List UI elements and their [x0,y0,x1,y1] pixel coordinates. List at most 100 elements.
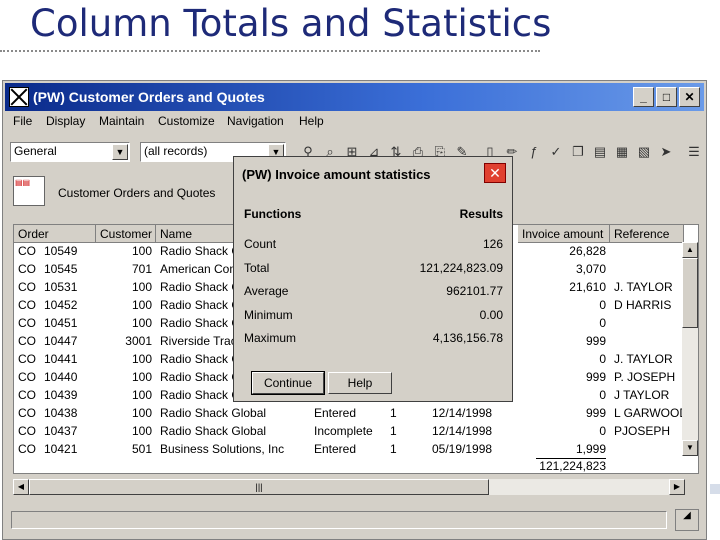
scroll-down-icon[interactable]: ▼ [682,440,698,456]
cell-n: 1 [390,442,397,456]
stat-value-maximum: 4,136,156.78 [432,331,503,345]
cell-status: Entered [314,442,357,456]
cell-order: 10447 [44,334,78,348]
maximize-button[interactable]: □ [656,87,677,107]
close-button[interactable]: ✕ [679,87,700,107]
cell-cust: 100 [131,406,152,420]
cell-n: 1 [390,424,397,438]
minimize-button[interactable]: _ [633,87,654,107]
cell-amount: 0 [599,424,606,438]
cell-ref: J. TAYLOR [614,280,673,294]
cell-date: 12/14/1998 [432,406,493,420]
cell-name: Radio Shack Global [160,406,267,420]
cell-status: Entered [314,406,357,420]
cell-cust: 100 [131,280,152,294]
menu-bar: File Display Maintain Customize Navigati… [5,112,704,132]
cell-amount: 1,999 [575,442,606,456]
stat-label-count: Count [244,237,277,251]
window-title: (PW) Customer Orders and Quotes [33,89,265,105]
cell-type: CO [18,244,36,258]
dialog-titlebar[interactable]: (PW) Invoice amount statistics ✕ [236,159,510,185]
cell-n: 1 [390,406,397,420]
resize-grip-icon[interactable]: ◢ [675,509,699,531]
cell-amount: 26,828 [569,244,606,258]
stat-value-total: 121,224,823.09 [419,261,503,275]
col-header-customer[interactable]: Customer [96,225,156,243]
stat-value-minimum: 0.00 [479,308,503,322]
orders-page-icon: ▤▤ [13,176,45,206]
cell-amount: 0 [599,352,606,366]
slide-decoration [710,484,720,494]
copy-icon[interactable]: ❐ [569,143,587,161]
cell-type: CO [18,280,36,294]
scroll-thumb-horizontal[interactable]: ||| [29,479,489,495]
checkmark-icon[interactable]: ✓ [547,143,565,161]
menu-navigation[interactable]: Navigation [227,114,284,128]
cell-ref: D HARRIS [614,298,672,312]
cell-order: 10421 [44,442,78,456]
cell-cust: 100 [131,298,152,312]
note-icon[interactable]: ▦ [613,143,631,161]
stat-label-minimum: Minimum [244,308,293,322]
table-row[interactable]: CO 10437 100 Radio Shack Global Incomplete 1 1… [14,423,684,441]
paste-icon[interactable]: ▤ [591,143,609,161]
cell-ref: P. JOSEPH [614,370,676,384]
window-titlebar[interactable]: (PW) Customer Orders and Quotes _ □ ✕ [5,83,704,111]
cell-type: CO [18,334,36,348]
menu-maintain[interactable]: Maintain [99,114,144,128]
cell-cust: 100 [131,424,152,438]
table-row[interactable]: CO 10421 501 Business Solutions, Inc Entered… [14,441,684,459]
continue-button[interactable]: Continue [251,371,325,395]
close-icon[interactable]: ✕ [484,163,506,183]
title-divider [0,50,540,52]
col-header-order[interactable]: Order [14,225,96,243]
cell-amount: 999 [585,334,606,348]
cell-cust: 100 [131,388,152,402]
function-icon[interactable]: ƒ [525,143,543,161]
col-header-reference[interactable]: Reference [610,225,684,243]
cell-amount: 0 [599,298,606,312]
cell-amount: 999 [585,406,606,420]
stat-label-average: Average [244,284,289,298]
cell-cust: 701 [131,262,152,276]
col-header-invoice-amount[interactable]: Invoice amount [518,225,610,243]
scroll-up-icon[interactable]: ▲ [682,242,698,258]
vertical-scrollbar[interactable]: ▲ ▼ [682,242,698,456]
cell-type: CO [18,316,36,330]
scroll-thumb[interactable] [682,258,698,328]
app-icon [9,87,29,107]
help-button[interactable]: Help [328,372,392,394]
col-header-name[interactable]: Name [156,225,236,243]
dialog-title: (PW) Invoice amount statistics [242,167,431,182]
menu-customize[interactable]: Customize [158,114,215,128]
cell-amount: 21,610 [569,280,606,294]
report-icon[interactable]: ▧ [635,143,653,161]
menu-file[interactable]: File [13,114,32,128]
cell-date: 05/19/1998 [432,442,493,456]
cell-order: 10438 [44,406,78,420]
scroll-right-icon[interactable]: ▶ [669,479,685,495]
cell-amount: 0 [599,316,606,330]
status-bar [11,511,667,529]
scroll-left-icon[interactable]: ◀ [13,479,29,495]
cell-type: CO [18,352,36,366]
cell-order: 10452 [44,298,78,312]
horizontal-scrollbar[interactable]: ◀ ||| ▶ [13,479,685,495]
forward-icon[interactable]: ➤ [657,143,675,161]
cell-order: 10451 [44,316,78,330]
chevron-down-icon[interactable]: ▼ [112,144,128,160]
list-icon[interactable]: ☰ [685,143,703,161]
cell-type: CO [18,370,36,384]
cell-ref: J TAYLOR [614,388,670,402]
cell-name: Business Solutions, Inc [160,442,285,456]
table-row[interactable]: CO 10438 100 Radio Shack Global Entered 1 12/1… [14,405,684,423]
cell-cust: 3001 [125,334,152,348]
functions-header: Functions [244,207,302,221]
menu-display[interactable]: Display [46,114,85,128]
menu-help[interactable]: Help [299,114,324,128]
cell-ref: PJOSEPH [614,424,671,438]
view-select[interactable]: General ▼ [10,142,130,162]
cell-cust: 100 [131,370,152,384]
cell-type: CO [18,406,36,420]
cell-cust: 100 [131,316,152,330]
